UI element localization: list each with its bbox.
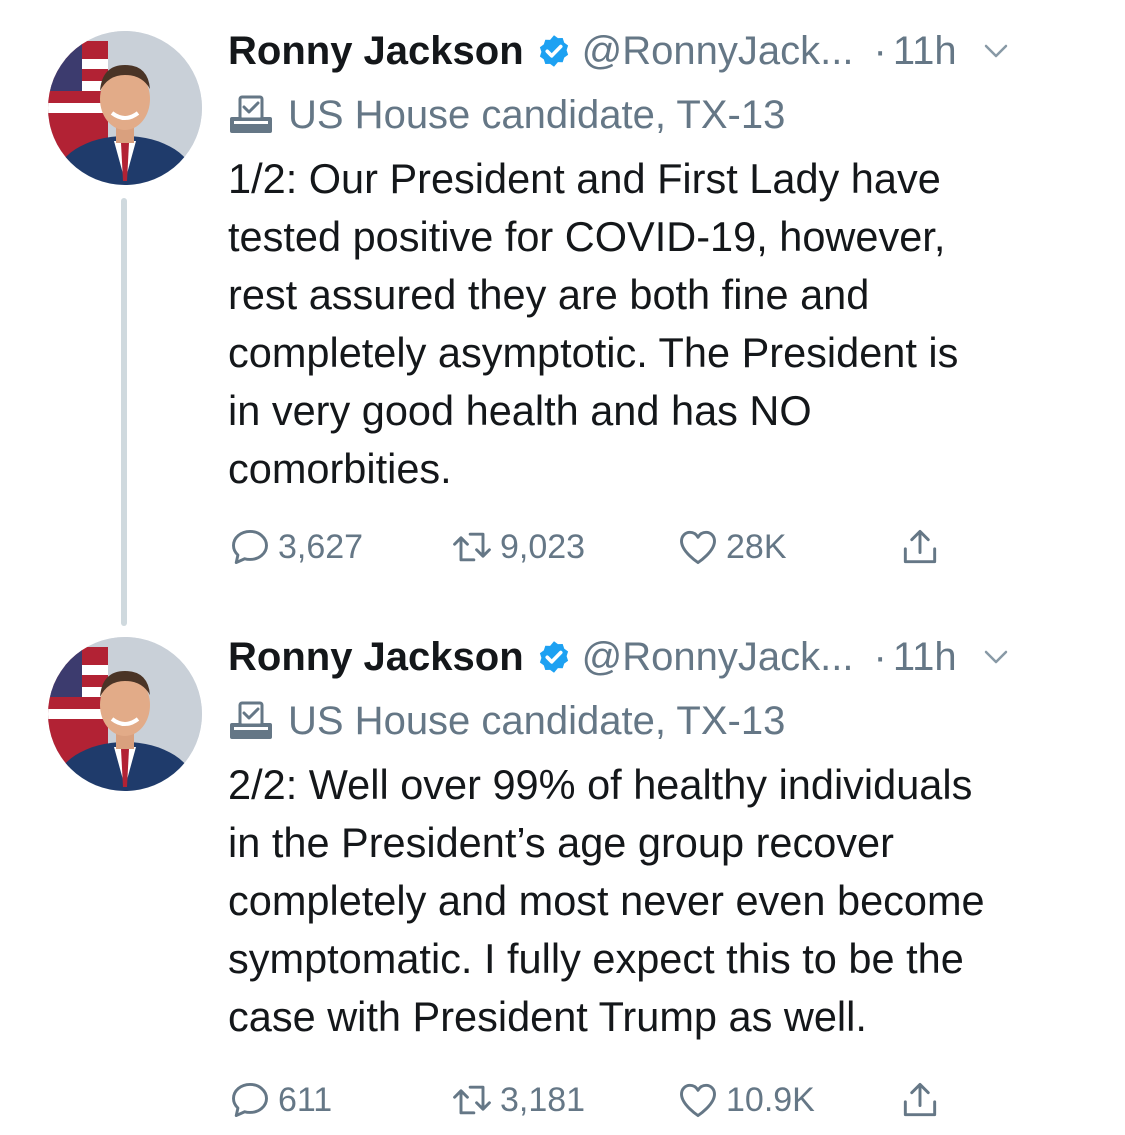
tweet-text: 2/2: Well over 99% of healthy individual… — [228, 761, 985, 1040]
retweet-button[interactable]: 3,181 — [450, 1075, 585, 1125]
ballot-box-icon — [230, 95, 272, 133]
verified-badge-icon — [539, 641, 568, 673]
timestamp[interactable]: 11h — [893, 635, 957, 680]
reply-button[interactable]: 611 — [228, 1075, 332, 1125]
author-handle[interactable]: @RonnyJack... — [582, 29, 854, 74]
retweet-icon — [453, 532, 491, 562]
like-button[interactable]: 10.9K — [676, 1075, 815, 1125]
tweet-text: 1/2: Our President and First Lady have t… — [228, 155, 959, 492]
heart-icon — [680, 530, 716, 565]
chevron-down-icon[interactable] — [981, 36, 1011, 66]
separator-dot: · — [873, 634, 887, 679]
timestamp[interactable]: 11h — [893, 29, 957, 74]
author-name[interactable]: Ronny Jackson — [228, 29, 524, 74]
account-label: US House candidate, TX-13 — [288, 698, 786, 743]
reply-icon — [232, 529, 268, 565]
share-button[interactable] — [898, 1075, 942, 1125]
tweet[interactable]: Ronny Jackson @RonnyJack... · 11h US Hou… — [0, 0, 1125, 600]
retweet-button[interactable]: 9,023 — [450, 522, 585, 572]
retweet-count: 9,023 — [500, 527, 586, 566]
reply-count: 611 — [278, 1080, 333, 1119]
chevron-down-icon[interactable] — [981, 642, 1011, 672]
author-handle[interactable]: @RonnyJack... — [582, 635, 854, 680]
account-label: US House candidate, TX-13 — [288, 92, 786, 137]
separator-dot: · — [873, 28, 887, 73]
reply-count: 3,627 — [278, 527, 364, 566]
retweet-icon — [453, 1085, 491, 1115]
verified-badge-icon — [539, 35, 568, 67]
share-icon — [903, 1082, 937, 1117]
reply-button[interactable]: 3,627 — [228, 522, 363, 572]
tweet-actions: 3,627 9,023 28K — [228, 522, 968, 572]
tweet-actions: 611 3,181 10.9K — [228, 1075, 968, 1125]
like-count: 10.9K — [726, 1080, 815, 1119]
avatar[interactable] — [48, 637, 202, 791]
reply-icon — [232, 1082, 268, 1118]
retweet-count: 3,181 — [500, 1080, 586, 1119]
avatar[interactable] — [48, 31, 202, 185]
like-button[interactable]: 28K — [676, 522, 787, 572]
share-button[interactable] — [898, 522, 942, 572]
tweet[interactable]: Ronny Jackson @RonnyJack... · 11h US Hou… — [0, 606, 1125, 1135]
like-count: 28K — [726, 527, 787, 566]
share-icon — [903, 529, 937, 564]
ballot-box-icon — [230, 701, 272, 739]
heart-icon — [680, 1083, 716, 1118]
author-name[interactable]: Ronny Jackson — [228, 635, 524, 680]
